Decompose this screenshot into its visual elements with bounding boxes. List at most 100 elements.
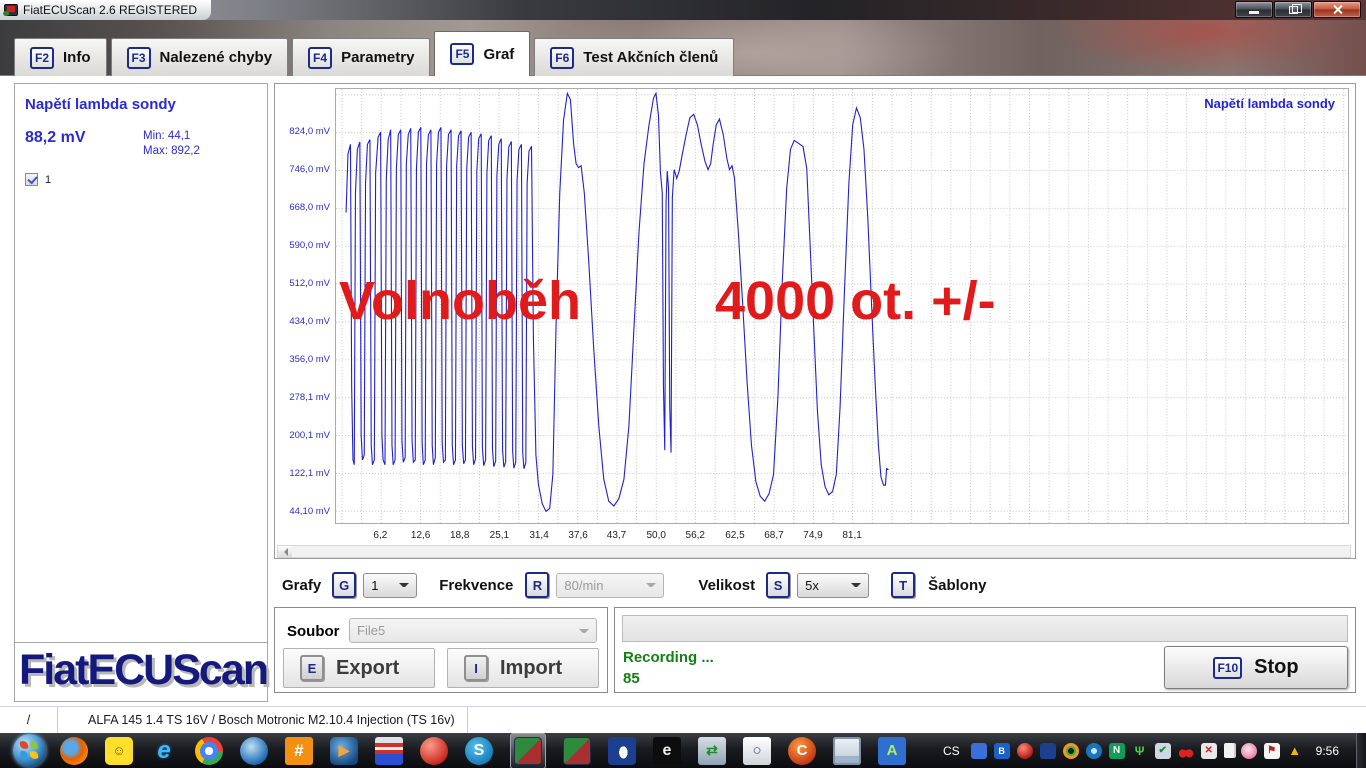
sensor-min: Min: 44,1 xyxy=(143,130,190,142)
restore-icon xyxy=(1289,6,1298,14)
messenger-icon[interactable]: ☺ xyxy=(105,737,133,765)
firefox-icon[interactable] xyxy=(60,737,88,765)
wireless-antenna-icon[interactable]: Ψ xyxy=(1132,743,1148,759)
frekvence-select-value: 80/min xyxy=(564,578,603,593)
fiatecuscan-icon[interactable] xyxy=(514,737,542,765)
flower-app-icon[interactable] xyxy=(1241,743,1257,759)
skype-icon[interactable]: S xyxy=(465,737,493,765)
red-app-icon[interactable] xyxy=(420,737,448,765)
channel-label: 1 xyxy=(45,174,51,186)
language-indicator[interactable]: CS xyxy=(943,744,960,758)
restore-button[interactable] xyxy=(1274,1,1312,18)
tab-graf[interactable]: F5 Graf xyxy=(434,31,530,76)
eye-blue-icon[interactable] xyxy=(1086,743,1102,759)
minimize-button[interactable] xyxy=(1235,1,1273,18)
f2-key-icon: F2 xyxy=(30,47,54,69)
sensor-panel: Napětí lambda sondy 88,2 mV Min: 44,1 Ma… xyxy=(14,83,268,702)
close-button[interactable] xyxy=(1313,1,1361,18)
green-n-icon[interactable]: N xyxy=(1109,743,1125,759)
scroll-left-arrow-icon[interactable] xyxy=(278,546,292,557)
start-button[interactable] xyxy=(13,734,46,767)
file-select: File5 xyxy=(349,618,597,643)
grafy-select-value: 1 xyxy=(371,578,378,593)
app-body: Napětí lambda sondy 88,2 mV Min: 44,1 Ma… xyxy=(0,75,1366,706)
channel-checkbox[interactable] xyxy=(25,173,38,186)
blue-app-icon[interactable] xyxy=(971,743,987,759)
y-tick-label: 356,0 mV xyxy=(275,354,330,365)
tab-info[interactable]: F2 Info xyxy=(14,38,107,76)
import-button-label: Import xyxy=(500,657,562,680)
sablony-key-button[interactable]: T xyxy=(891,572,915,598)
vehicle-info: ALFA 145 1.4 TS 16V / Bosch Motronic M2.… xyxy=(58,707,468,733)
velikost-key-button[interactable]: S xyxy=(766,572,790,598)
taskbar-clock[interactable]: 9:56 xyxy=(1316,744,1339,758)
sensor-title: Napětí lambda sondy xyxy=(25,96,257,113)
grafy-key-button[interactable]: G xyxy=(332,572,356,598)
grafy-label: Grafy xyxy=(282,577,321,594)
f10-key-icon: F10 xyxy=(1213,657,1242,679)
remote-desktop-icon[interactable]: ⇄ xyxy=(698,737,726,765)
system-tray: CS B NΨ ✔ ✕ ⚑ ▲ 9:56 xyxy=(943,733,1366,768)
action-flag-icon[interactable]: ⚑ xyxy=(1264,743,1280,759)
f6-key-icon: F6 xyxy=(550,47,574,69)
export-button[interactable]: E Export xyxy=(283,648,435,688)
stop-button[interactable]: F10 Stop xyxy=(1164,646,1348,689)
x-axis-labels: 6,212,618,825,131,437,643,750,056,262,56… xyxy=(335,530,1349,544)
eye-orange-icon[interactable] xyxy=(1063,743,1079,759)
black-e-app-icon[interactable]: e xyxy=(653,737,681,765)
chart-legend: Napětí lambda sondy xyxy=(1204,96,1335,111)
fiatecuscan-icon[interactable] xyxy=(563,737,591,765)
blue-bird-app-icon[interactable] xyxy=(608,737,636,765)
y-tick-label: 44,10 mV xyxy=(275,506,330,517)
bluetooth-icon[interactable]: B xyxy=(994,743,1010,759)
status-bar: / ALFA 145 1.4 TS 16V / Bosch Motronic M… xyxy=(0,706,1366,733)
printer-ok-icon[interactable]: ✔ xyxy=(1155,743,1171,759)
cherry-app-icon[interactable] xyxy=(1178,743,1194,759)
internet-explorer-icon[interactable]: e xyxy=(150,737,178,765)
dropdown-arrow-icon xyxy=(646,583,656,591)
y-axis-labels: 824,0 mV746,0 mV668,0 mV590,0 mV512,0 mV… xyxy=(275,84,333,534)
file-panel: Soubor File5 E Export I Import xyxy=(274,607,608,693)
soubor-label: Soubor xyxy=(287,623,340,640)
file-search-icon[interactable]: ○ xyxy=(743,737,771,765)
x-tick-label: 50,0 xyxy=(638,530,674,541)
x-tick-label: 18,8 xyxy=(442,530,478,541)
x-tick-label: 43,7 xyxy=(599,530,635,541)
velikost-select[interactable]: 5x xyxy=(797,573,869,598)
recording-status: Recording ... xyxy=(623,649,714,666)
annotation-4000rpm: 4000 ot. +/- xyxy=(715,270,996,332)
import-button[interactable]: I Import xyxy=(447,648,599,688)
frekvence-select: 80/min xyxy=(556,573,664,598)
ccleaner-icon[interactable]: C xyxy=(788,737,816,765)
tab-parametry[interactable]: F4 Parametry xyxy=(292,38,430,76)
sensor-minmax: Min: 44,1 Max: 892,2 xyxy=(143,129,200,159)
frekvence-key-button[interactable]: R xyxy=(525,572,549,598)
chrome-icon[interactable] xyxy=(195,737,223,765)
network-warning-icon[interactable]: ▲ xyxy=(1287,743,1303,759)
battery-icon[interactable] xyxy=(1224,743,1234,758)
bird-blue-icon[interactable] xyxy=(1040,743,1056,759)
tab-test-akcnich-clenu-label: Test Akčních členů xyxy=(583,49,718,66)
fiatecuscan-logo: FiatECUScan xyxy=(15,642,267,701)
x-tick-label: 37,6 xyxy=(560,530,596,541)
media-player-icon[interactable]: ▶ xyxy=(330,737,358,765)
tab-nalezene-chyby[interactable]: F3 Nalezené chyby xyxy=(111,38,289,76)
thunderbird-icon[interactable] xyxy=(240,737,268,765)
system-window-icon[interactable] xyxy=(833,737,861,765)
volume-muted-icon[interactable]: ✕ xyxy=(1201,743,1217,759)
dropdown-arrow-icon xyxy=(579,629,589,637)
y-tick-label: 746,0 mV xyxy=(275,164,330,175)
backup-tool-icon[interactable] xyxy=(375,737,403,765)
y-tick-label: 122,1 mV xyxy=(275,468,330,479)
android-tool-icon[interactable]: A xyxy=(878,737,906,765)
active-app-button[interactable] xyxy=(510,733,546,768)
tab-test-akcnich-clenu[interactable]: F6 Test Akčních členů xyxy=(534,38,734,76)
grid-app-icon[interactable]: # xyxy=(285,737,313,765)
show-desktop-button[interactable] xyxy=(1356,733,1366,768)
grafy-select[interactable]: 1 xyxy=(363,573,417,598)
chart-horizontal-scrollbar[interactable] xyxy=(277,545,1351,558)
status-prefix: / xyxy=(0,707,58,733)
import-key-icon: I xyxy=(464,655,488,681)
security-red-icon[interactable] xyxy=(1017,743,1033,759)
x-tick-label: 6,2 xyxy=(362,530,398,541)
